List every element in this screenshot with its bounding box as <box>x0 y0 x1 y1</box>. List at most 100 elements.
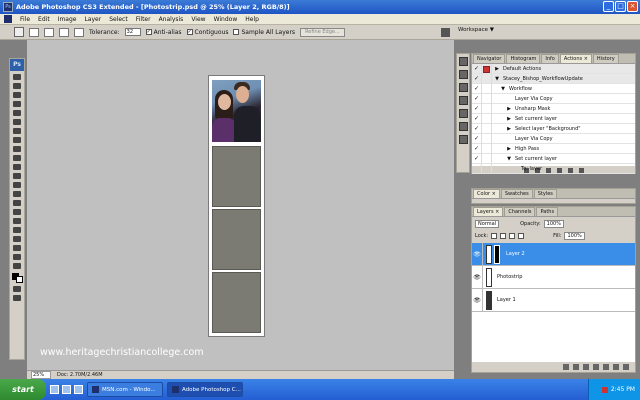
expand-triangle-icon[interactable]: ▼ <box>494 76 500 82</box>
menu-window[interactable]: Window <box>214 16 238 23</box>
action-row[interactable]: ✓ Layer Via Copy <box>472 93 635 104</box>
fill-input[interactable]: 100% <box>564 232 585 240</box>
menu-image[interactable]: Image <box>58 16 77 23</box>
menu-filter[interactable]: Filter <box>136 16 151 23</box>
tab-info[interactable]: Info <box>541 54 559 63</box>
media-icon[interactable] <box>74 385 83 394</box>
menu-layer[interactable]: Layer <box>84 16 101 23</box>
lock-pixels-icon[interactable] <box>500 233 507 239</box>
action-row[interactable]: ✓ ▶ Set current layer <box>472 113 635 124</box>
gradient-tool-icon[interactable] <box>13 173 21 179</box>
desktop-icon[interactable] <box>62 385 71 394</box>
hand-tool-icon[interactable] <box>13 254 21 260</box>
dialog-toggle-icon[interactable] <box>482 153 492 164</box>
brush-tool-icon[interactable] <box>13 137 21 143</box>
healing-tool-icon[interactable] <box>13 128 21 134</box>
expand-triangle-icon[interactable]: ▼ <box>506 156 512 162</box>
layer-comps-icon[interactable] <box>458 122 468 131</box>
stamp-tool-icon[interactable] <box>13 146 21 152</box>
tab-swatches[interactable]: Swatches <box>500 189 533 198</box>
menu-edit[interactable]: Edit <box>38 16 50 23</box>
dialog-toggle-icon[interactable] <box>482 133 492 144</box>
quick-mask-icon[interactable] <box>13 286 21 292</box>
intersect-selection-icon[interactable] <box>74 27 84 37</box>
action-toggle-icon[interactable]: ✓ <box>472 123 482 134</box>
start-button[interactable]: start <box>0 379 46 400</box>
add-selection-icon[interactable] <box>44 27 54 37</box>
crop-tool-icon[interactable] <box>13 110 21 116</box>
action-toggle-icon[interactable]: ✓ <box>472 83 482 94</box>
action-toggle-icon[interactable] <box>472 163 482 174</box>
new-selection-icon[interactable] <box>29 27 39 37</box>
tab-paths[interactable]: Paths <box>536 207 559 216</box>
zoom-level[interactable]: 25% <box>31 371 51 379</box>
adjustment-layer-icon[interactable] <box>593 364 599 370</box>
tab-styles[interactable]: Styles <box>533 189 557 198</box>
move-tool-icon[interactable] <box>13 74 21 80</box>
expand-triangle-icon[interactable]: ▼ <box>500 86 506 92</box>
action-row[interactable]: ✓ ▶ High Pass <box>472 143 635 154</box>
pen-tool-icon[interactable] <box>13 200 21 206</box>
tab-channels[interactable]: Channels <box>504 207 536 216</box>
action-toggle-icon[interactable]: ✓ <box>472 153 482 164</box>
magic-wand-icon[interactable] <box>14 27 24 37</box>
paragraph-icon[interactable] <box>458 109 468 118</box>
layer-row[interactable]: 👁 Photostrip <box>472 265 635 289</box>
sample-all-checkbox[interactable]: Sample All Layers <box>233 29 295 36</box>
action-row[interactable]: ✓ ▼ Workflow <box>472 83 635 94</box>
action-row[interactable]: ✓ ▶ Select layer "Background" <box>472 123 635 134</box>
magic-wand-tool-icon[interactable] <box>13 101 21 107</box>
expand-triangle-icon[interactable]: ▶ <box>506 116 512 122</box>
tab-color[interactable]: Color × <box>473 189 500 198</box>
blend-mode-select[interactable]: Normal <box>475 219 500 228</box>
dialog-toggle-icon[interactable] <box>482 63 492 74</box>
lasso-tool-icon[interactable] <box>13 92 21 98</box>
action-toggle-icon[interactable]: ✓ <box>472 93 482 104</box>
dialog-toggle-icon[interactable] <box>482 113 492 124</box>
notes-tool-icon[interactable] <box>13 236 21 242</box>
lock-position-icon[interactable] <box>509 233 516 239</box>
tray-icon[interactable] <box>601 386 608 393</box>
canvas-area[interactable]: www.heritagechristiancollege.com <box>27 40 454 370</box>
action-toggle-icon[interactable]: ✓ <box>472 63 482 74</box>
expand-triangle-icon[interactable]: ▶ <box>506 106 512 112</box>
ps-menu-icon[interactable] <box>4 15 12 23</box>
menu-analysis[interactable]: Analysis <box>159 16 184 23</box>
dialog-toggle-icon[interactable] <box>482 143 492 154</box>
menu-select[interactable]: Select <box>109 16 128 23</box>
background-color-swatch[interactable] <box>16 276 23 283</box>
slice-tool-icon[interactable] <box>13 119 21 125</box>
character-icon[interactable] <box>458 96 468 105</box>
dodge-tool-icon[interactable] <box>13 191 21 197</box>
subtract-selection-icon[interactable] <box>59 27 69 37</box>
action-row[interactable]: ✓ ▼ Set current layer <box>472 153 635 164</box>
expand-triangle-icon[interactable]: ▶ <box>506 126 512 132</box>
eye-icon[interactable]: 👁 <box>472 288 483 312</box>
opacity-input[interactable]: 100% <box>543 219 564 228</box>
tab-navigator[interactable]: Navigator <box>473 54 506 63</box>
blur-tool-icon[interactable] <box>13 182 21 188</box>
maximize-icon[interactable]: □ <box>615 1 626 12</box>
tab-histogram[interactable]: Histogram <box>506 54 541 63</box>
history-brush-icon[interactable] <box>13 155 21 161</box>
dialog-toggle-icon[interactable] <box>482 103 492 114</box>
menu-help[interactable]: Help <box>245 16 259 23</box>
refine-edge-button[interactable]: Refine Edge... <box>300 27 345 37</box>
action-toggle-icon[interactable]: ✓ <box>472 113 482 124</box>
dialog-toggle-icon[interactable] <box>482 163 492 174</box>
lock-transparency-icon[interactable] <box>491 233 498 239</box>
eye-icon[interactable]: 👁 <box>472 242 483 266</box>
dialog-toggle-icon[interactable] <box>482 123 492 134</box>
expand-triangle-icon[interactable]: ▶ <box>506 146 512 152</box>
shape-tool-icon[interactable] <box>13 227 21 233</box>
palette-well-icon[interactable] <box>441 28 450 37</box>
lock-all-icon[interactable] <box>518 233 525 239</box>
menu-view[interactable]: View <box>191 16 205 23</box>
task-msn[interactable]: MSN.com - Windo... <box>87 382 163 397</box>
action-toggle-icon[interactable]: ✓ <box>472 143 482 154</box>
dialog-toggle-icon[interactable] <box>482 73 492 84</box>
minimize-icon[interactable]: _ <box>603 1 614 12</box>
path-select-icon[interactable] <box>13 218 21 224</box>
action-row[interactable]: ✓ ▶ Default Actions <box>472 63 635 74</box>
expand-triangle-icon[interactable]: ▶ <box>494 66 500 72</box>
